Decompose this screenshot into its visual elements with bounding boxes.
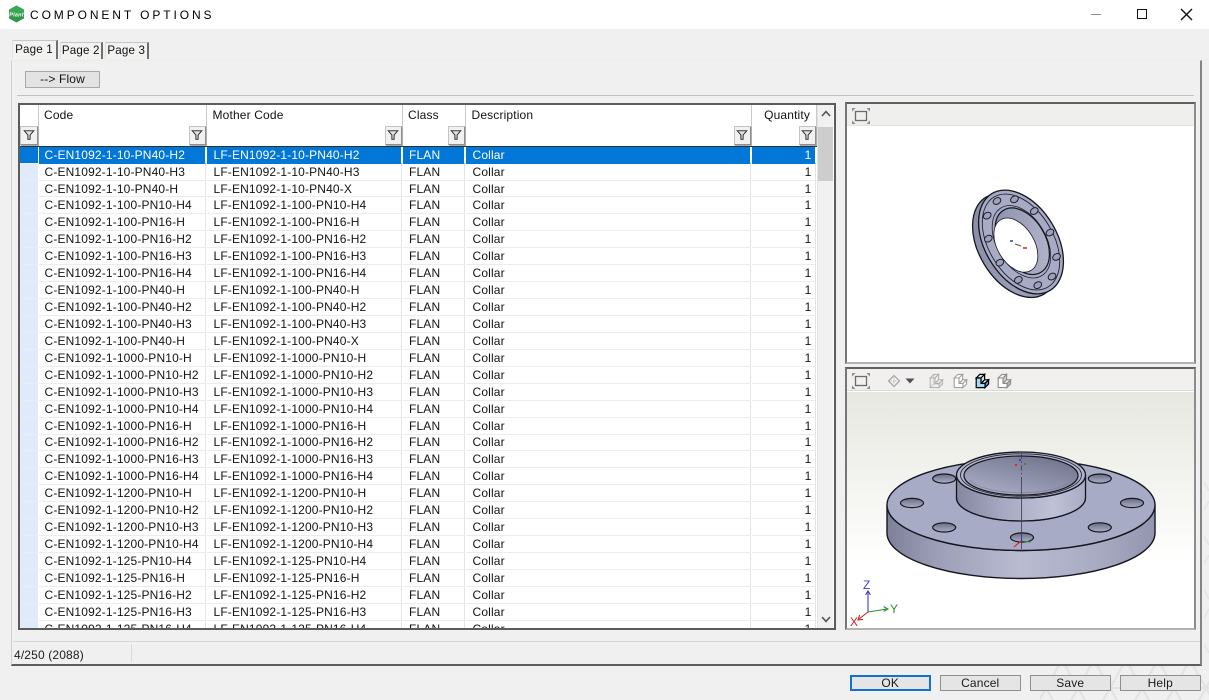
svg-text:X: X [850,615,858,628]
svg-text:Plant: Plant [9,12,24,18]
svg-text:Z: Z [863,578,870,592]
svg-text:Y: Y [890,602,898,616]
